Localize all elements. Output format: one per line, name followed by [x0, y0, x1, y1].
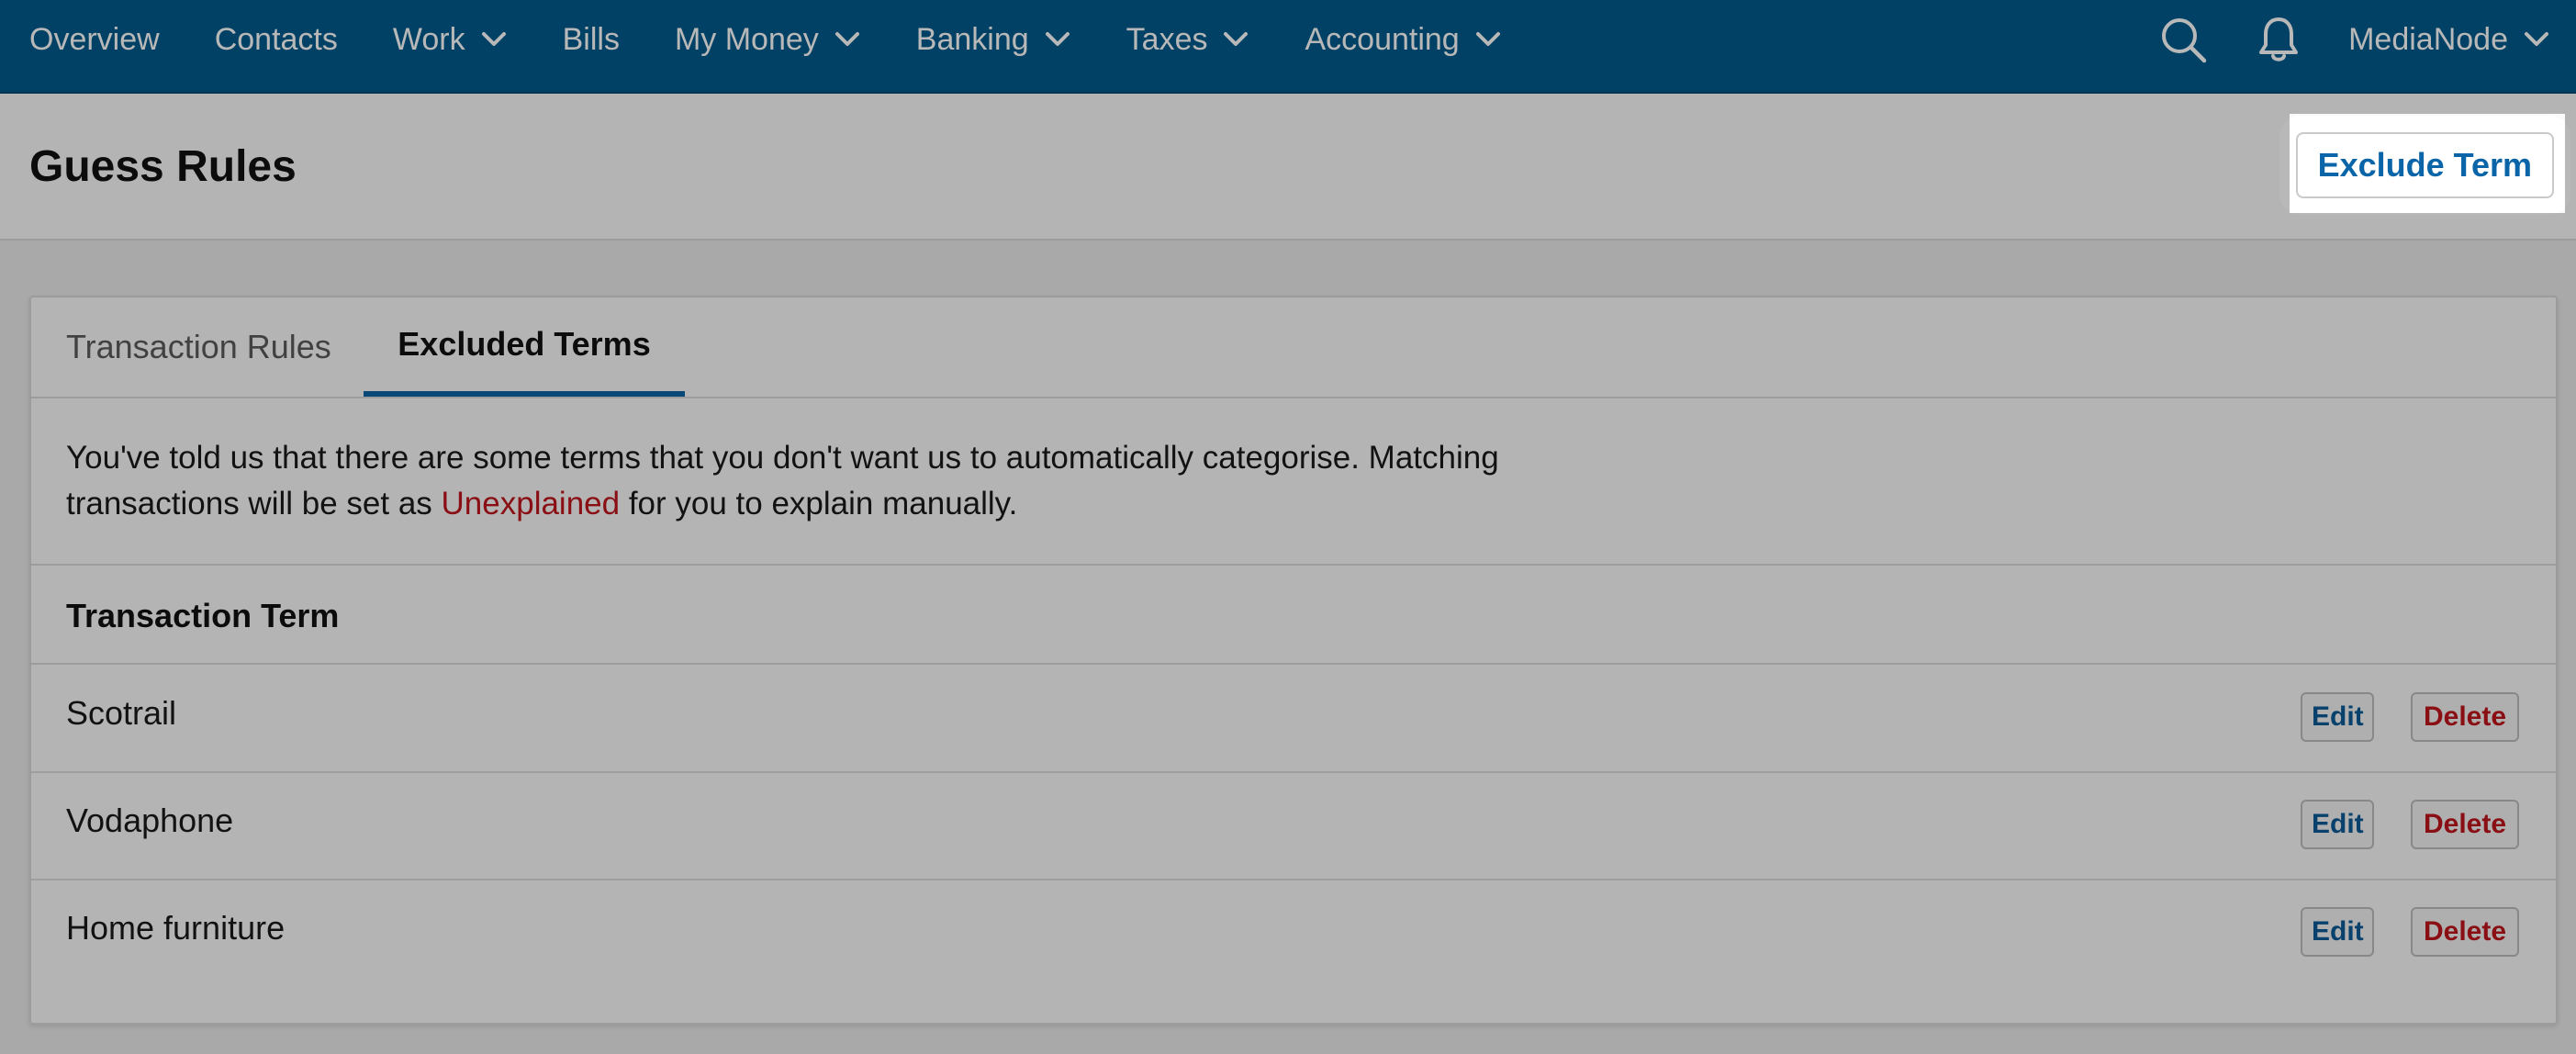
nav-item-label: Work — [392, 21, 465, 57]
tab-transaction-rules[interactable]: Transaction Rules — [66, 297, 331, 397]
description-after: for you to explain manually. — [620, 486, 1018, 521]
top-navigation-bar: Overview Contacts Work Bills My Money Ba… — [0, 0, 2576, 94]
page-title: Guess Rules — [29, 142, 297, 191]
table-row: Scotrail Edit Delete — [31, 665, 2556, 773]
edit-button[interactable]: Edit — [2301, 692, 2374, 742]
chevron-down-icon — [834, 32, 859, 46]
account-name: MediaNode — [2348, 21, 2508, 57]
main-menu: Overview Contacts Work Bills My Money Ba… — [29, 0, 1557, 79]
delete-button[interactable]: Delete — [2411, 800, 2519, 849]
nav-item-accounting[interactable]: Accounting — [1305, 22, 1501, 58]
chevron-down-icon — [1475, 32, 1500, 46]
column-header-transaction-term: Transaction Term — [66, 597, 340, 634]
nav-utilities: MediaNode — [2157, 0, 2550, 79]
account-menu[interactable]: MediaNode — [2348, 22, 2550, 58]
nav-item-label: Accounting — [1305, 21, 1460, 57]
nav-item-bills[interactable]: Bills — [563, 22, 620, 58]
nav-item-taxes[interactable]: Taxes — [1126, 22, 1250, 58]
chevron-down-icon — [1045, 32, 1070, 46]
nav-item-contacts[interactable]: Contacts — [215, 22, 338, 58]
chevron-down-icon — [2525, 32, 2548, 46]
table-row: Home furniture Edit Delete — [31, 880, 2556, 986]
unexplained-highlight: Unexplained — [441, 486, 621, 521]
tab-excluded-terms[interactable]: Excluded Terms — [364, 297, 685, 397]
table-row: Vodaphone Edit Delete — [31, 772, 2556, 880]
search-button[interactable] — [2157, 14, 2209, 65]
tab-bar: Transaction Rules Excluded Terms — [31, 297, 2556, 398]
transaction-term: Home furniture — [66, 909, 286, 947]
transaction-term: Scotrail — [66, 694, 177, 732]
search-icon — [2162, 18, 2207, 63]
chevron-down-icon — [481, 32, 506, 46]
nav-item-label: Banking — [915, 21, 1029, 57]
nav-item-work[interactable]: Work — [393, 22, 508, 58]
edit-button[interactable]: Edit — [2301, 800, 2374, 849]
delete-button[interactable]: Delete — [2411, 907, 2519, 957]
nav-item-banking[interactable]: Banking — [916, 22, 1071, 58]
notifications-button[interactable] — [2253, 14, 2304, 65]
table-header: Transaction Term — [31, 566, 2556, 665]
exclude-term-button[interactable]: Exclude Term — [2295, 132, 2554, 198]
excluded-terms-card: Transaction Rules Excluded Terms You've … — [29, 296, 2558, 1025]
nav-item-label: Overview — [29, 21, 160, 57]
nav-item-label: Taxes — [1126, 21, 1208, 57]
nav-item-my-money[interactable]: My Money — [675, 22, 861, 58]
edit-button[interactable]: Edit — [2301, 907, 2374, 957]
transaction-term: Vodaphone — [66, 802, 234, 839]
nav-item-label: My Money — [674, 21, 819, 57]
delete-button[interactable]: Delete — [2411, 692, 2519, 742]
nav-item-label: Bills — [562, 21, 620, 57]
nav-item-overview[interactable]: Overview — [29, 22, 160, 58]
page-header: Guess Rules Exclude Term — [0, 94, 2576, 241]
description-text: You've told us that there are some terms… — [66, 435, 1627, 527]
chevron-down-icon — [1224, 32, 1249, 46]
bell-icon — [2259, 17, 2299, 62]
nav-item-label: Contacts — [214, 21, 338, 57]
